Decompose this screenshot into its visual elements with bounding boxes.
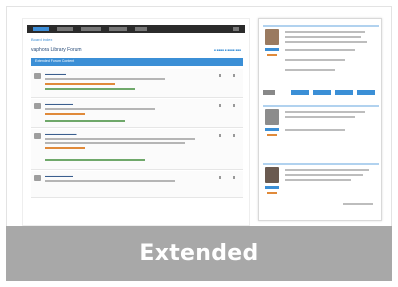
preview-top-links: ■ ■■■■ ■ ■■■■ ■■■	[214, 48, 241, 52]
preview-navbar	[27, 25, 245, 33]
preview-breadcrumb: Board index	[31, 37, 53, 42]
preview-forum-title: vaphora Library Forum	[31, 47, 82, 53]
variant-label: Extended	[139, 241, 259, 266]
preview-forum-row: ▬▬▬▬▬▬▬▬▬	[31, 129, 243, 170]
preview-forum-row: ▬▬▬▬▬▬▬▬	[31, 171, 243, 198]
preview-forum-row: ▬▬▬▬▬▬	[31, 69, 243, 98]
forum-index-preview-image: Board index vaphora Library Forum ■ ■■■■…	[22, 18, 250, 226]
preview-post	[263, 105, 379, 163]
preview-forum-row: ▬▬▬▬▬▬▬▬	[31, 99, 243, 128]
preview-category-header: Extended Forum Content	[31, 58, 243, 66]
preview-button-row	[263, 89, 379, 97]
preview-post	[263, 163, 379, 220]
variant-label-banner: Extended	[6, 226, 392, 281]
topic-view-preview-image	[258, 18, 382, 221]
preview-post	[263, 25, 379, 83]
